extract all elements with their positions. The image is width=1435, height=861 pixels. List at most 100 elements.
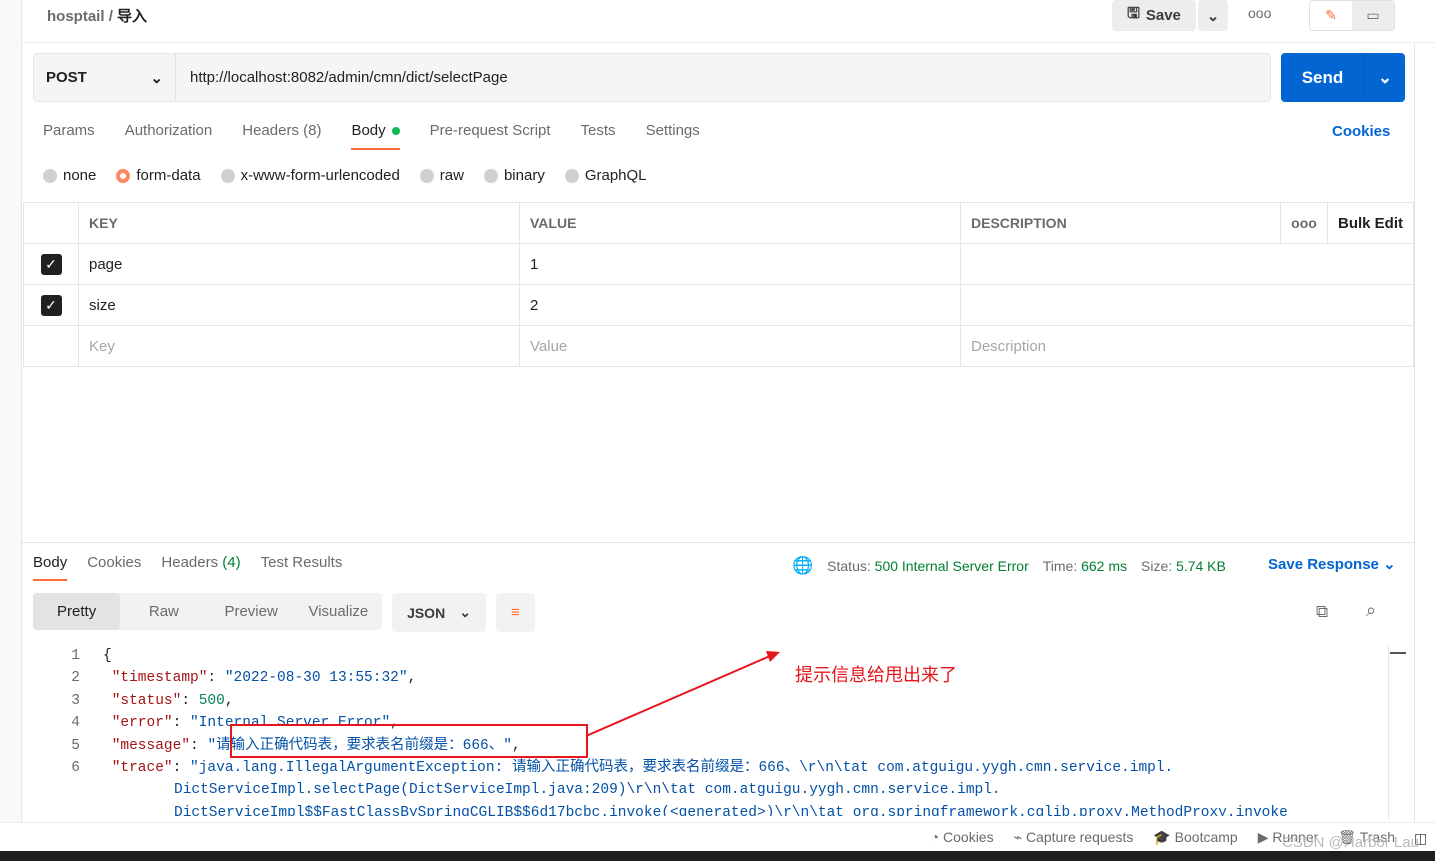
save-response-label: Save Response	[1268, 556, 1379, 573]
taskbar	[0, 851, 1435, 861]
size-label: Size:	[1141, 558, 1173, 574]
radio-label: none	[63, 167, 97, 184]
description-cell[interactable]	[960, 284, 1414, 326]
key-cell[interactable]: size	[78, 284, 520, 326]
radio-label: form-data	[136, 167, 201, 184]
code-line: DictServiceImpl.selectPage(DictServiceIm…	[40, 779, 1288, 801]
tab-tests[interactable]: Tests	[581, 122, 616, 150]
headers-count: (4)	[222, 554, 241, 571]
panel-border	[1414, 43, 1415, 822]
footer-label: Bootcamp	[1174, 828, 1238, 845]
breadcrumb-collection[interactable]: hosptail	[47, 8, 105, 25]
tab-pre-request-script[interactable]: Pre-request Script	[430, 122, 551, 150]
json-key: "timestamp"	[111, 670, 208, 687]
footer-capture-requests[interactable]: ⌁ Capture requests	[1014, 829, 1134, 846]
time-label: Time:	[1042, 558, 1078, 574]
breadcrumb-sep: /	[108, 8, 113, 25]
radio-binary[interactable]: binary	[483, 167, 545, 184]
response-status: 🌐 Status: 500 Internal Server Error Time…	[792, 556, 1226, 576]
radio-label: GraphQL	[584, 167, 647, 184]
tab-body[interactable]: Body	[351, 122, 400, 150]
url-input[interactable]: http://localhost:8082/admin/cmn/dict/sel…	[176, 54, 508, 101]
request-tabs: Params Authorization Headers (8) Body Pr…	[43, 122, 700, 150]
watermark: CSDN @Harbor Lau	[1282, 834, 1419, 851]
side-toggle: ✎ ▭	[1309, 0, 1395, 31]
save-response-button[interactable]: Save Response ⌄	[1268, 555, 1396, 573]
response-tabs: Body Cookies Headers (4) Test Results	[33, 554, 342, 581]
response-tab-body[interactable]: Body	[33, 554, 68, 581]
table-row: ✓ page 1	[23, 243, 1414, 285]
scroll-marker	[1390, 652, 1406, 654]
radio-raw[interactable]: raw	[419, 167, 464, 184]
annotation-arrow	[585, 651, 780, 737]
method-select[interactable]: POST ⌄	[34, 54, 176, 101]
save-dropdown[interactable]: ⌄	[1198, 0, 1228, 31]
send-button[interactable]: Send ⌄	[1281, 53, 1405, 102]
radio-none[interactable]: none	[43, 167, 96, 184]
key-input[interactable]: Key	[78, 325, 520, 367]
value-cell[interactable]: 2	[519, 284, 961, 326]
radio-label: x-www-form-urlencoded	[240, 167, 400, 184]
globe-icon[interactable]: 🌐	[792, 556, 813, 576]
comment-icon[interactable]: ▭	[1352, 1, 1394, 30]
tab-settings[interactable]: Settings	[646, 122, 700, 150]
scrollbar[interactable]	[1388, 645, 1408, 820]
more-button[interactable]: ooo	[1248, 5, 1271, 21]
view-mode-tabs: Pretty Raw Preview Visualize	[33, 593, 382, 630]
value-cell[interactable]: 1	[519, 243, 961, 285]
body-type-radios: none form-data x-www-form-urlencoded raw…	[43, 167, 647, 184]
pencil-icon[interactable]: ✎	[1310, 1, 1352, 30]
search-icon[interactable]: ⌕	[1366, 600, 1376, 621]
footer-cookies[interactable]: ◔ Cookies	[931, 829, 994, 845]
radio-graphql[interactable]: GraphQL	[564, 167, 647, 184]
status-value: 500 Internal Server Error	[874, 558, 1029, 574]
save-label: Save	[1145, 7, 1181, 24]
bulk-edit-button[interactable]: Bulk Edit	[1327, 202, 1414, 244]
json-key: "message"	[111, 737, 191, 754]
tab-headers[interactable]: Headers (8)	[242, 122, 321, 150]
description-cell[interactable]	[960, 243, 1414, 285]
code-line: 6 "trace": "java.lang.IllegalArgumentExc…	[71, 760, 1174, 777]
status-dot-icon	[391, 127, 400, 135]
response-tab-cookies[interactable]: Cookies	[87, 554, 141, 581]
view-pretty[interactable]: Pretty	[33, 593, 121, 630]
radio-urlencoded[interactable]: x-www-form-urlencoded	[220, 167, 400, 184]
view-raw[interactable]: Raw	[120, 593, 207, 630]
table-header: KEY VALUE DESCRIPTION ooo Bulk Edit	[23, 202, 1414, 244]
send-label[interactable]: Send	[1281, 53, 1365, 102]
response-tab-headers[interactable]: Headers (4)	[161, 554, 240, 581]
time-value: 662 ms	[1081, 558, 1128, 574]
size-value: 5.74 KB	[1176, 558, 1226, 574]
header-value: VALUE	[519, 202, 961, 244]
chevron-down-icon[interactable]: ⌄	[1365, 53, 1405, 102]
row-checkbox[interactable]: ✓	[40, 253, 62, 275]
view-visualize[interactable]: Visualize	[295, 593, 382, 630]
table-more-button[interactable]: ooo	[1280, 202, 1328, 244]
code-line: DictServiceImpl$$FastClassBySpringCGLIB$…	[40, 802, 1288, 816]
json-value: DictServiceImpl$$FastClassBySpringCGLIB$…	[174, 804, 1288, 816]
table-row-new: Key Value Description	[23, 325, 1414, 367]
breadcrumb-request[interactable]: 导入	[117, 8, 147, 25]
radio-label: binary	[503, 167, 545, 184]
footer-bootcamp[interactable]: 🎓 Bootcamp	[1153, 829, 1237, 846]
description-input[interactable]: Description	[960, 325, 1414, 367]
copy-icon[interactable]: ⧉	[1316, 602, 1328, 622]
response-tab-test-results[interactable]: Test Results	[261, 554, 343, 581]
format-select[interactable]: JSON ⌄	[392, 593, 486, 632]
row-checkbox[interactable]: ✓	[40, 294, 62, 316]
json-key: "status"	[111, 692, 182, 709]
tab-authorization[interactable]: Authorization	[125, 122, 213, 150]
params-table: KEY VALUE DESCRIPTION ooo Bulk Edit ✓ pa…	[23, 202, 1414, 367]
tab-params[interactable]: Params	[43, 122, 95, 150]
footer-label: Cookies	[943, 829, 994, 845]
response-divider[interactable]	[22, 542, 1414, 543]
save-button[interactable]: 🖫 Save	[1112, 0, 1196, 31]
key-cell[interactable]: page	[78, 243, 520, 285]
wrap-lines-icon[interactable]: ≡	[496, 593, 535, 632]
format-label: JSON	[407, 604, 446, 621]
json-key: "trace"	[111, 760, 173, 777]
view-preview[interactable]: Preview	[208, 593, 295, 630]
value-input[interactable]: Value	[519, 325, 961, 367]
radio-form-data[interactable]: form-data	[116, 167, 201, 184]
cookies-link[interactable]: Cookies	[1332, 123, 1390, 140]
